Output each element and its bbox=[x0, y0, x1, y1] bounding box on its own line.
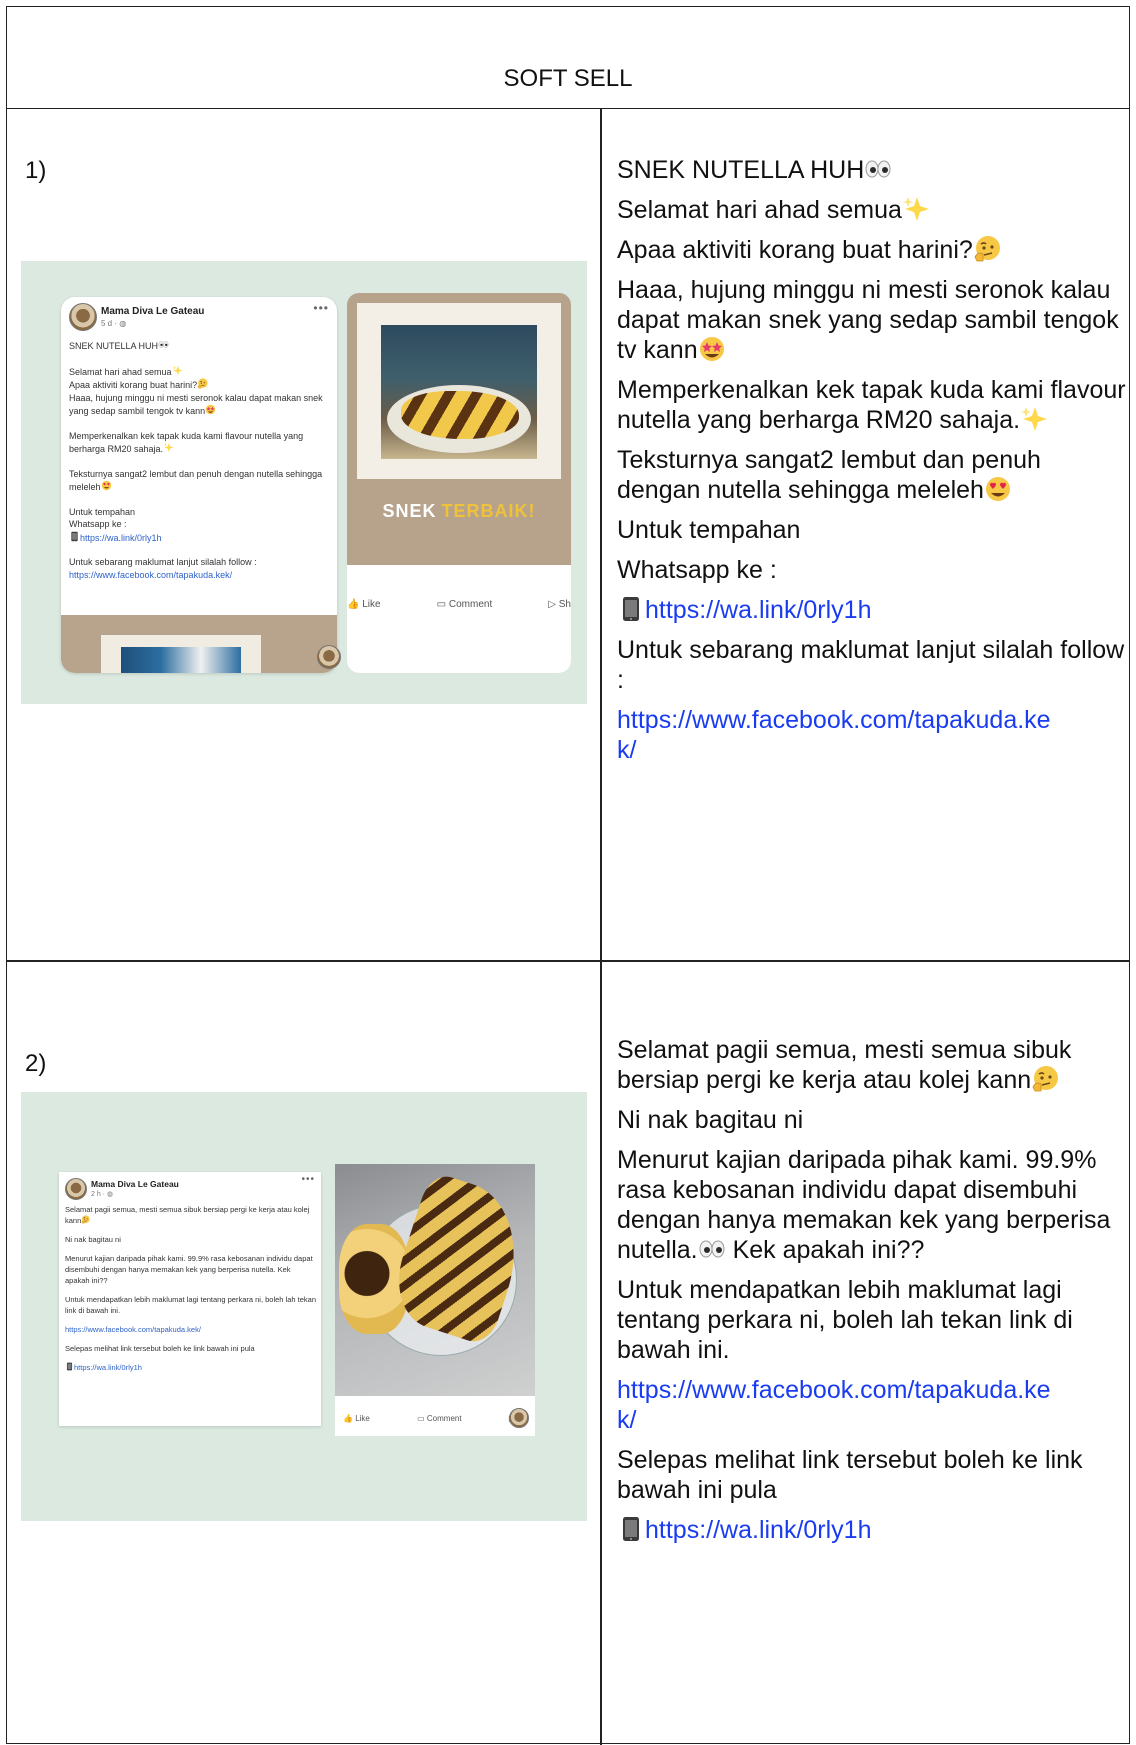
facebook-post-card: Mama Diva Le Gateau 5 d · ◍ ••• SNEK NUT… bbox=[61, 297, 337, 673]
content-table: SOFT SELL 1) Mama Diva Le Gateau 5 d · ◍… bbox=[6, 6, 1130, 1745]
row-number-1: 1) bbox=[25, 157, 47, 184]
post-screenshot-2: Mama Diva Le Gateau 2 h · ◍ ••• Selamat … bbox=[21, 1092, 587, 1521]
banner: SNEK TERBAIK! bbox=[357, 479, 561, 543]
column-divider bbox=[600, 109, 602, 1745]
facebook-link[interactable]: https://www.facebook.com/tapakuda.ke k/ bbox=[617, 705, 1127, 765]
post-footer: 👍 Like ▭ Comment ▷ Sh bbox=[347, 565, 571, 673]
profile-avatar-small bbox=[509, 1408, 529, 1428]
caption-text-1: SNEK NUTELLA HUH Selamat hari ahad semua… bbox=[617, 155, 1127, 765]
phone-icon bbox=[617, 595, 645, 623]
page-name: Mama Diva Le Gateau bbox=[91, 1179, 179, 1189]
thinking-face-icon bbox=[973, 235, 1001, 263]
post-image-preview bbox=[61, 615, 337, 673]
caption-text-2: Selamat pagii semua, mesti semua sibuk b… bbox=[617, 1035, 1127, 1555]
profile-avatar-small bbox=[317, 645, 341, 669]
post-time: 5 d · ◍ bbox=[101, 319, 127, 328]
post-time: 2 h · ◍ bbox=[91, 1191, 114, 1198]
post-body: SNEK NUTELLA HUH Selamat hari ahad semua… bbox=[69, 339, 327, 581]
image-post-card: SNEK TERBAIK! 👍 Like ▭ Comment ▷ Sh bbox=[347, 293, 571, 673]
sparkles-icon bbox=[163, 442, 174, 453]
phone-icon bbox=[617, 1515, 645, 1543]
table-title: SOFT SELL bbox=[503, 65, 633, 92]
phone-icon bbox=[65, 1362, 74, 1371]
thinking-face-icon bbox=[197, 378, 208, 389]
heart-eyes-icon bbox=[984, 475, 1012, 503]
whatsapp-link[interactable]: https://wa.link/0rly1h bbox=[645, 596, 872, 624]
share-icon: ▷ bbox=[548, 599, 559, 610]
star-struck-icon bbox=[698, 335, 726, 363]
facebook-post-card: Mama Diva Le Gateau 2 h · ◍ ••• Selamat … bbox=[59, 1172, 321, 1426]
sparkles-icon bbox=[1020, 405, 1048, 433]
comment-icon: ▭ bbox=[436, 599, 449, 610]
like-button[interactable]: 👍 Like bbox=[343, 1414, 370, 1423]
post-facebook-link[interactable]: https://www.facebook.com/tapakuda.kek/ bbox=[69, 569, 327, 582]
post-whatsapp-link[interactable]: https://wa.link/0rly1h bbox=[80, 533, 162, 543]
post-whatsapp-link[interactable]: https://wa.link/0rly1h bbox=[74, 1363, 142, 1372]
cake-photo-frame bbox=[357, 303, 561, 479]
banner-text-snek: SNEK bbox=[382, 501, 437, 521]
like-icon: 👍 bbox=[347, 599, 363, 610]
globe-icon: ◍ bbox=[106, 1191, 114, 1198]
page-name: Mama Diva Le Gateau bbox=[101, 306, 205, 317]
sparkles-icon bbox=[172, 365, 183, 376]
facebook-link[interactable]: https://www.facebook.com/tapakuda.ke k/ bbox=[617, 1375, 1127, 1435]
sparkles-icon bbox=[902, 195, 930, 223]
more-options-icon[interactable]: ••• bbox=[313, 301, 329, 315]
star-struck-icon bbox=[205, 404, 216, 415]
comment-button[interactable]: ▭ Comment bbox=[417, 1414, 461, 1423]
cake-photo bbox=[381, 325, 537, 459]
page-avatar bbox=[69, 303, 97, 331]
table-header-cell: SOFT SELL bbox=[7, 7, 1129, 109]
thinking-face-icon bbox=[1031, 1065, 1059, 1093]
cake-photo bbox=[335, 1164, 535, 1396]
heart-eyes-icon bbox=[101, 480, 112, 491]
row-number-2: 2) bbox=[25, 1050, 47, 1077]
share-button[interactable]: ▷ Sh bbox=[548, 599, 571, 610]
more-options-icon[interactable]: ••• bbox=[301, 1174, 315, 1185]
phone-icon bbox=[69, 531, 80, 542]
like-icon: 👍 bbox=[343, 1414, 356, 1423]
whatsapp-link[interactable]: https://wa.link/0rly1h bbox=[645, 1516, 872, 1544]
comment-icon: ▭ bbox=[417, 1414, 427, 1423]
eyes-icon bbox=[158, 339, 169, 350]
banner-text-terbaik: TERBAIK! bbox=[441, 501, 536, 521]
like-button[interactable]: 👍 Like bbox=[347, 599, 381, 610]
eyes-icon bbox=[698, 1235, 726, 1263]
comment-button[interactable]: ▭ Comment bbox=[437, 599, 493, 610]
globe-icon: ◍ bbox=[119, 319, 127, 328]
post-screenshot-1: Mama Diva Le Gateau 5 d · ◍ ••• SNEK NUT… bbox=[21, 261, 587, 704]
post-facebook-link[interactable]: https://www.facebook.com/tapakuda.kek/ bbox=[65, 1324, 317, 1335]
row-divider bbox=[7, 960, 1129, 962]
thinking-face-icon bbox=[81, 1215, 90, 1224]
eyes-icon bbox=[864, 155, 892, 183]
post-body: Selamat pagii semua, mesti semua sibuk b… bbox=[65, 1205, 317, 1372]
image-post-card: 👍 Like ▭ Comment ▷ Sh bbox=[335, 1164, 535, 1436]
page-avatar bbox=[65, 1178, 87, 1200]
